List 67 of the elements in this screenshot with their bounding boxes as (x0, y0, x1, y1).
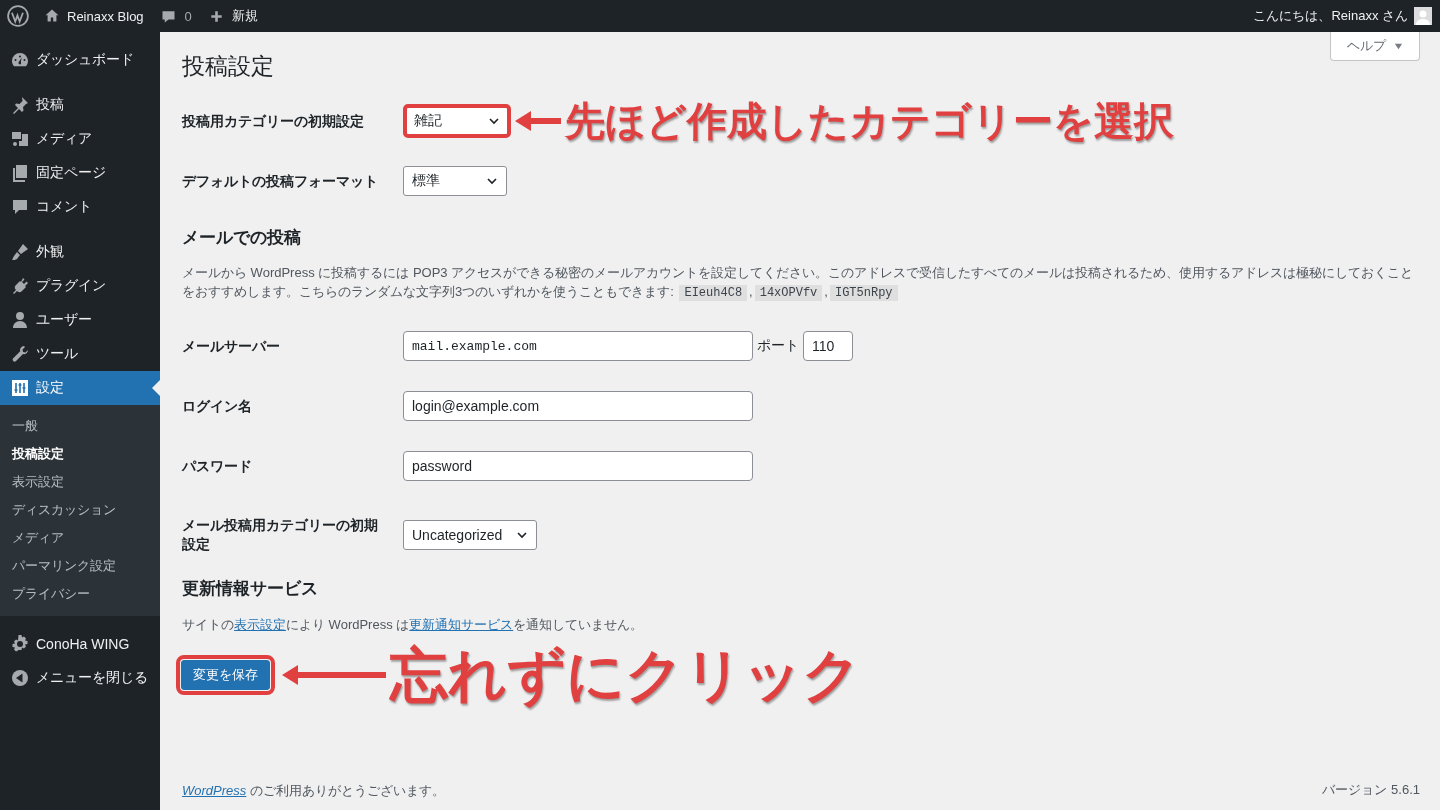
description-text: メールから WordPress に投稿するには POP3 アクセスができる秘密のメールアカウントを設定してください。このアドレスで受信したすべてのメールは投稿されるため、使用するアドレスは極秘にしておくことをおすすめします。こちらのランダムな文字列3つのいずれかを使うこともできます: EIeuh4C8 , 14xOPVfv , IGT5nRpy (182, 264, 1415, 303)
section-heading: メールでの投稿 (182, 227, 302, 249)
info-text: サイトの表示設定により WordPress は更新通知サービス を通知していません。 (182, 616, 645, 634)
footer-text: WordPress のご利用ありがとうございます。 (182, 782, 445, 800)
select-field[interactable]: 標準 (403, 166, 507, 196)
chevron-down-icon (516, 529, 529, 541)
menu-item[interactable]: ユーザー (0, 303, 160, 337)
field-label: メールサーバー (182, 336, 281, 356)
submenu-item[interactable]: メディア (0, 524, 160, 552)
field-label: メール投稿用カテゴリーの初期設定 (182, 516, 379, 554)
menu-item[interactable]: メディア (0, 122, 160, 156)
chevron-down-icon (486, 175, 498, 187)
field-label: 投稿用カテゴリーの初期設定 (182, 111, 365, 131)
submenu-item[interactable]: パーマリンク設定 (0, 552, 160, 580)
menu-item[interactable]: メニューを閉じる (0, 661, 160, 695)
annotation-text: 先ほど作成したカテゴリーを選択 (565, 100, 1174, 142)
select-field[interactable]: Uncategorized (403, 520, 538, 550)
menu-item[interactable]: プラグイン (0, 269, 160, 303)
link[interactable]: 更新通知サービス (409, 617, 514, 632)
menu-item[interactable]: ツール (0, 337, 160, 371)
submenu-item[interactable]: ディスカッション (0, 496, 160, 524)
help-button[interactable]: ヘルプ (1330, 32, 1420, 61)
page-title: 投稿設定 (182, 52, 275, 81)
media-icon (10, 129, 30, 149)
user-icon (10, 310, 30, 330)
chevron-down-icon (488, 115, 500, 127)
submenu-item[interactable]: プライバシー (0, 580, 160, 608)
menu-item[interactable]: 固定ページ (0, 156, 160, 190)
field-label: パスワード (182, 456, 253, 476)
field-label: デフォルトの投稿フォーマット (182, 171, 379, 191)
port-label: ポート (757, 337, 799, 355)
port-field[interactable]: 110 (803, 331, 853, 361)
pages-icon (10, 163, 30, 183)
input-field[interactable]: login@example.com (403, 391, 753, 421)
menu-item[interactable]: 外観 (0, 235, 160, 269)
new-link[interactable]: 新規 (231, 7, 258, 25)
sliders-icon (10, 378, 30, 398)
input-field[interactable]: mail.example.com (403, 331, 753, 361)
menu-item[interactable]: コメント (0, 190, 160, 224)
greeting-text[interactable]: こんにちは、Reinaxx さん (1253, 7, 1408, 25)
home-icon[interactable] (44, 8, 60, 24)
select-field[interactable]: 雑記 (405, 106, 509, 136)
menu-item[interactable]: 設定 (0, 371, 160, 405)
menu-item[interactable]: ダッシュボード (0, 43, 160, 77)
version-text: バージョン 5.6.1 (1322, 781, 1420, 799)
comment-icon (10, 197, 30, 217)
section-heading: 更新情報サービス (182, 578, 319, 600)
plus-icon[interactable] (209, 9, 223, 23)
annotation-arrow (515, 109, 561, 133)
gear-icon (10, 634, 30, 654)
link[interactable]: WordPress (182, 783, 247, 798)
caret-down-icon (1394, 41, 1403, 51)
wordpress-logo[interactable] (7, 5, 29, 27)
submenu-item[interactable]: 表示設定 (0, 468, 160, 496)
input-field[interactable]: password (403, 451, 753, 481)
menu-item[interactable]: ConoHa WING (0, 627, 160, 661)
brush-icon (10, 242, 30, 262)
submenu-item[interactable]: 投稿設定 (0, 440, 160, 468)
comment-count: 0 (184, 8, 192, 24)
field-label: ログイン名 (182, 396, 253, 416)
submenu-item[interactable]: 一般 (0, 412, 160, 440)
link[interactable]: 表示設定 (234, 617, 286, 632)
wrench-icon (10, 344, 30, 364)
comment-icon[interactable] (160, 8, 176, 24)
annotation-text: 忘れずにクリック (390, 644, 861, 706)
site-name-link[interactable]: Reinaxx Blog (67, 8, 144, 24)
menu-item[interactable]: 投稿 (0, 88, 160, 122)
